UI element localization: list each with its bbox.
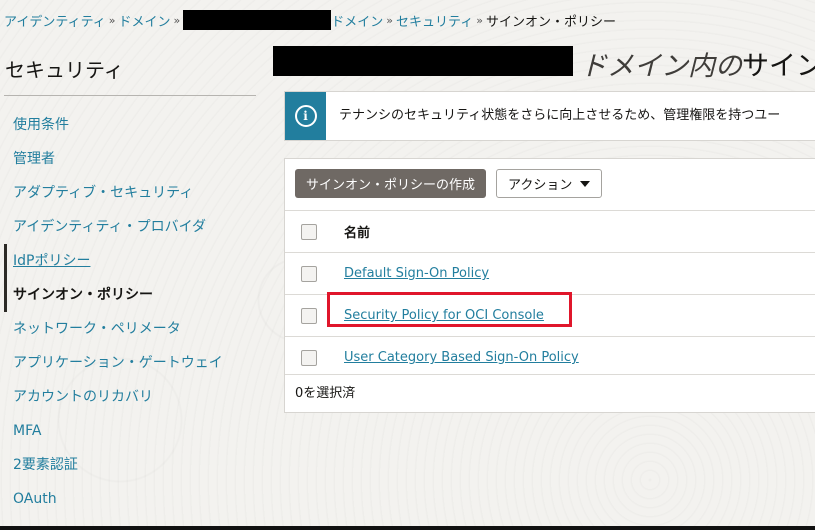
sidebar-item-label: MFA bbox=[13, 423, 42, 439]
row-checkbox[interactable] bbox=[301, 349, 317, 366]
bottom-edge bbox=[0, 526, 815, 530]
table-row: Default Sign-On Policy bbox=[285, 252, 815, 294]
info-banner: i テナンシのセキュリティ状態をさらに向上させるため、管理権限を持つユー bbox=[284, 91, 815, 141]
breadcrumb-identity[interactable]: アイデンティティ bbox=[4, 11, 106, 30]
actions-menu-button[interactable]: アクション bbox=[496, 169, 603, 198]
policy-link-user-category[interactable]: User Category Based Sign-On Policy bbox=[344, 350, 579, 365]
sidebar-item-label: IdPポリシー bbox=[13, 253, 91, 269]
row-checkbox[interactable] bbox=[301, 265, 317, 282]
breadcrumb-domain[interactable]: ドメイン bbox=[331, 11, 383, 30]
select-all-checkbox[interactable] bbox=[301, 223, 317, 240]
sidebar-item-label: アイデンティティ・プロバイダ bbox=[13, 219, 207, 235]
breadcrumb-separator: » bbox=[386, 13, 394, 27]
policy-link-oci-console[interactable]: Security Policy for OCI Console bbox=[344, 308, 544, 323]
page-title: ドメイン内のサイン bbox=[580, 44, 815, 83]
breadcrumb-domains[interactable]: ドメイン bbox=[119, 11, 171, 30]
redacted-domain-title bbox=[273, 46, 573, 76]
selection-count: 0を選択済 bbox=[285, 374, 815, 412]
row-checkbox[interactable] bbox=[301, 307, 317, 324]
sidebar-nav: 使用条件 管理者 アダプティブ・セキュリティ アイデンティティ・プロバイダ Id… bbox=[4, 108, 254, 516]
sidebar-item-label: アダプティブ・セキュリティ bbox=[13, 185, 194, 201]
policy-table: 名前 Default Sign-On Policy Security Polic… bbox=[285, 210, 815, 378]
sidebar-title: セキュリティ bbox=[5, 58, 124, 82]
breadcrumb-separator: » bbox=[476, 13, 483, 27]
policy-table-panel: サインオン・ポリシーの作成 アクション 名前 Default Sign-On P… bbox=[284, 158, 815, 413]
sidebar-item-terms-of-use[interactable]: 使用条件 bbox=[4, 108, 254, 142]
table-toolbar: サインオン・ポリシーの作成 アクション bbox=[295, 169, 603, 198]
page-title-main: サイン bbox=[742, 51, 815, 82]
sidebar-item-label: アカウントのリカバリ bbox=[13, 389, 153, 405]
breadcrumb: アイデンティティ » ドメイン » ドメイン » セキュリティ » サインオン・… bbox=[4, 10, 617, 30]
sidebar-item-app-gateways[interactable]: アプリケーション・ゲートウェイ bbox=[4, 346, 254, 380]
sidebar-item-two-factor[interactable]: 2要素認証 bbox=[4, 448, 254, 482]
sidebar-item-idp-policies[interactable]: IdPポリシー bbox=[4, 244, 254, 278]
table-row: User Category Based Sign-On Policy bbox=[285, 336, 815, 378]
sidebar-item-label: サインオン・ポリシー bbox=[13, 287, 153, 303]
sidebar-item-label: 2要素認証 bbox=[13, 457, 78, 473]
caret-down-icon bbox=[580, 180, 591, 187]
breadcrumb-separator: » bbox=[173, 13, 181, 27]
sidebar-item-mfa[interactable]: MFA bbox=[4, 414, 254, 448]
page-title-prefix: ドメイン内の bbox=[580, 51, 742, 82]
sidebar-item-label: OAuth bbox=[13, 491, 57, 507]
redacted-domain-name bbox=[183, 10, 332, 30]
table-row: Security Policy for OCI Console bbox=[285, 294, 815, 336]
breadcrumb-separator: » bbox=[108, 13, 116, 27]
sidebar-divider bbox=[4, 95, 256, 96]
info-icon: i bbox=[294, 105, 317, 127]
sidebar-item-network-perimeters[interactable]: ネットワーク・ペリメータ bbox=[4, 312, 254, 346]
column-header-name[interactable]: 名前 bbox=[344, 222, 370, 241]
info-banner-text: テナンシのセキュリティ状態をさらに向上させるため、管理権限を持つユー bbox=[339, 108, 781, 123]
table-header-row: 名前 bbox=[285, 210, 815, 252]
create-sign-on-policy-button[interactable]: サインオン・ポリシーの作成 bbox=[295, 169, 487, 198]
actions-menu-label: アクション bbox=[508, 178, 573, 193]
info-icon-container: i bbox=[285, 92, 326, 140]
policy-link-default[interactable]: Default Sign-On Policy bbox=[344, 266, 489, 281]
sidebar-item-oauth[interactable]: OAuth bbox=[4, 482, 254, 516]
sidebar-item-label: 使用条件 bbox=[13, 117, 69, 133]
breadcrumb-security[interactable]: セキュリティ bbox=[396, 11, 473, 30]
breadcrumb-current: サインオン・ポリシー bbox=[486, 14, 617, 30]
sidebar-item-label: 管理者 bbox=[13, 151, 55, 167]
sidebar-item-label: ネットワーク・ペリメータ bbox=[13, 321, 181, 337]
sidebar-item-identity-providers[interactable]: アイデンティティ・プロバイダ bbox=[4, 210, 254, 244]
sidebar-item-sign-on-policies[interactable]: サインオン・ポリシー bbox=[4, 278, 254, 312]
sidebar-item-adaptive-security[interactable]: アダプティブ・セキュリティ bbox=[4, 176, 254, 210]
sidebar-item-administrators[interactable]: 管理者 bbox=[4, 142, 254, 176]
sidebar-item-label: アプリケーション・ゲートウェイ bbox=[13, 355, 223, 371]
sidebar-item-account-recovery[interactable]: アカウントのリカバリ bbox=[4, 380, 254, 414]
